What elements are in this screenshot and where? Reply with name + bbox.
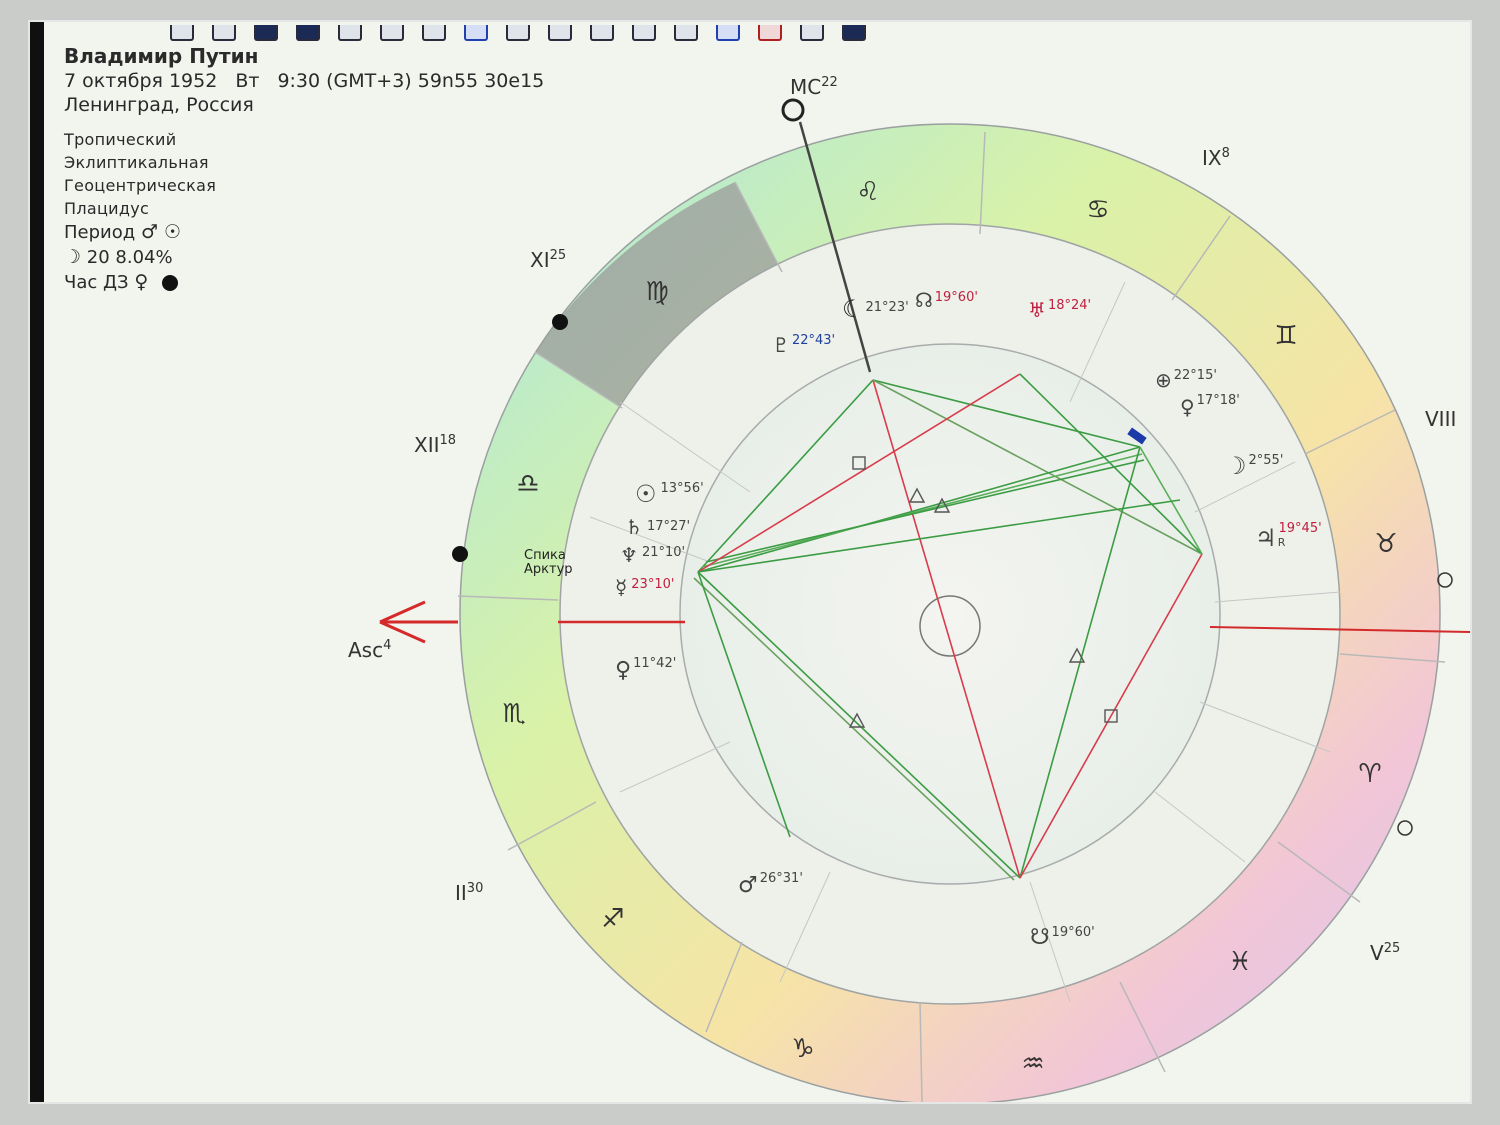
- house-label-v: V25: [1370, 941, 1400, 965]
- house-label-mc: MC22: [790, 75, 838, 99]
- house-label-asc: Asc4: [348, 638, 391, 662]
- gemini-icon: ♊: [1274, 321, 1297, 351]
- cusp-marker-icon: [1437, 572, 1453, 588]
- sagittarius-icon: ♐: [601, 904, 624, 934]
- pisces-icon: ♓: [1228, 947, 1251, 977]
- house-label-xii: XII18: [414, 433, 456, 457]
- libra-icon: ♎: [516, 469, 539, 499]
- house-label-viii: VIII: [1425, 407, 1456, 431]
- leo-icon: ♌: [856, 177, 879, 207]
- xi-cusp-dot-icon: [552, 314, 568, 330]
- aries-icon: ♈: [1358, 759, 1381, 789]
- asc-arrow-icon: [379, 600, 458, 644]
- star-arcturus: Арктур: [524, 562, 573, 577]
- asc-cusp-dot-icon: [452, 546, 468, 562]
- cancer-icon: ♋: [1086, 195, 1109, 225]
- capricorn-icon: ♑: [791, 1034, 814, 1064]
- app-window: Владимир Путин 7 октября 1952 Вт 9:30 (GMT…: [30, 22, 1470, 1102]
- aquarius-icon: ♒: [1021, 1049, 1044, 1079]
- star-spica: Спика: [524, 548, 566, 563]
- house-label-ix: IX8: [1202, 146, 1230, 170]
- cusp-marker-icon-2: [1397, 820, 1413, 836]
- scorpio-icon: ♏: [502, 699, 525, 729]
- natal-chart[interactable]: MC22 Asc4 IX8 VIII XI25 XII18 II30 V25 ♌…: [30, 22, 1470, 1102]
- virgo-icon: ♍: [645, 277, 668, 307]
- taurus-icon: ♉: [1374, 529, 1397, 559]
- mc-circle-icon: [781, 98, 805, 122]
- house-label-ii: II30: [455, 881, 483, 905]
- aspect-circle: [679, 343, 1221, 885]
- house-label-xi: XI25: [530, 248, 566, 272]
